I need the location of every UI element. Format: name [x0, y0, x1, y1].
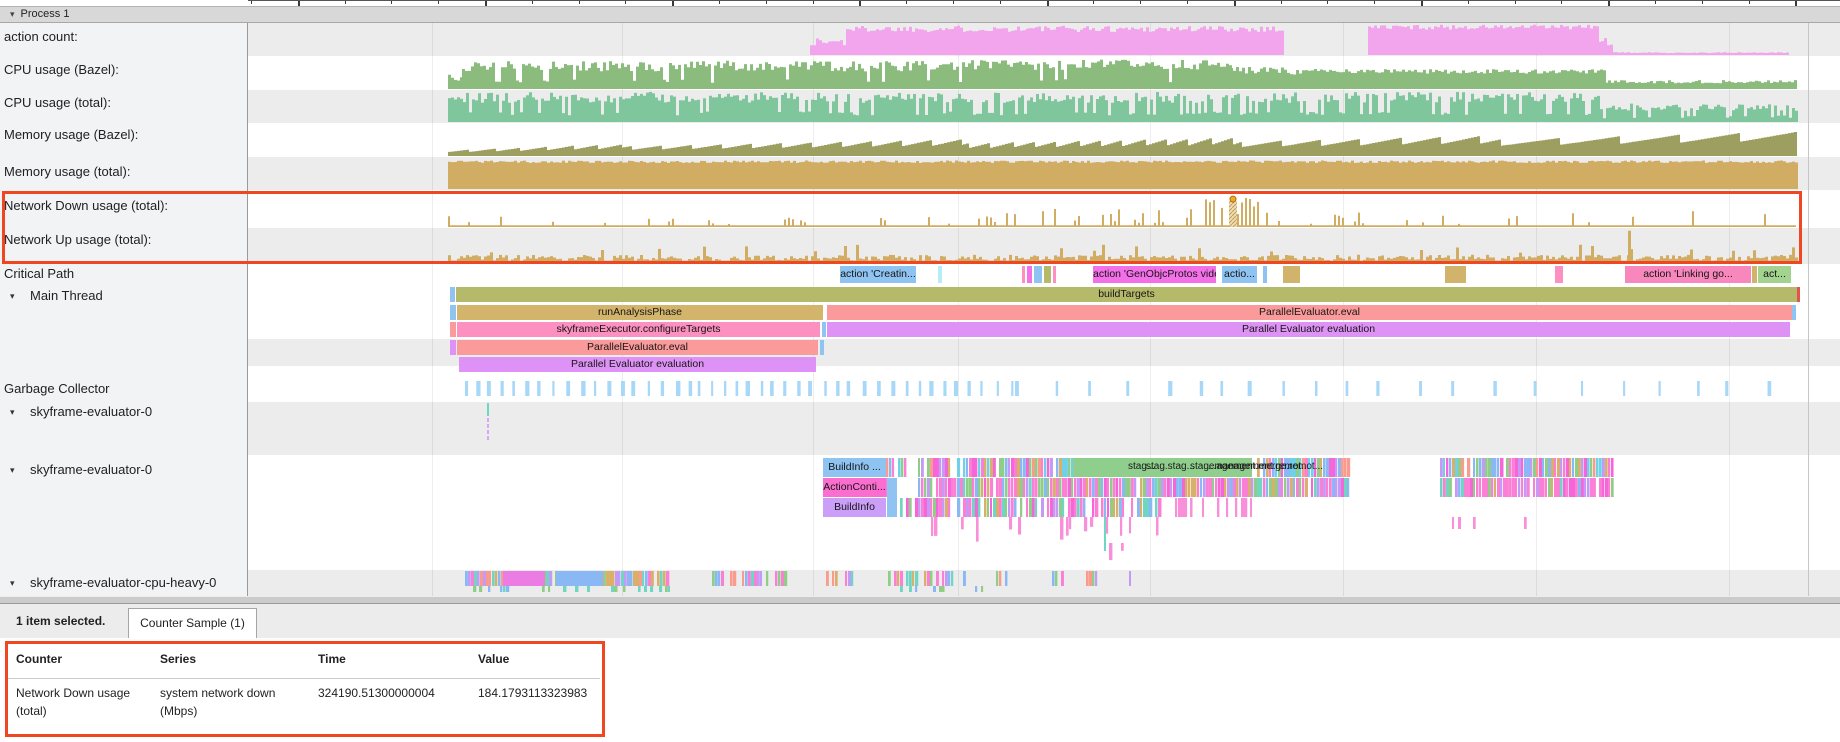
main-thread-event[interactable]: skyframeExecutor.configureTargets: [457, 322, 820, 337]
main-thread-event[interactable]: runAnalysisPhase: [457, 305, 823, 320]
track-label: Memory usage (total):: [4, 164, 130, 180]
row-stripe: [248, 228, 1840, 264]
process-group-header[interactable]: ▾ Process 1: [0, 6, 1840, 23]
col-header-time: Time: [318, 652, 346, 666]
selection-status: 1 item selected.: [16, 614, 105, 628]
skyframe-event-label: stag.stag...: [1146, 461, 1195, 472]
main-thread-event[interactable]: [1792, 305, 1796, 320]
critical-path-event[interactable]: [1034, 266, 1042, 283]
col-header-value: Value: [478, 652, 509, 666]
critical-path-event[interactable]: action 'Linking go...: [1625, 266, 1751, 283]
cell-counter: Network Down usage (total): [16, 684, 146, 720]
critical-path-event[interactable]: [1027, 266, 1032, 283]
main-thread-event[interactable]: [822, 322, 826, 337]
skyframe-event[interactable]: ActionConti...: [823, 478, 886, 497]
tab-counter-sample[interactable]: Counter Sample (1): [128, 608, 257, 638]
cell-series: system network down (Mbps): [160, 684, 300, 720]
critical-path-event[interactable]: [1555, 266, 1563, 283]
critical-path-event[interactable]: action 'Creatin...: [840, 266, 916, 283]
process-title: Process 1: [21, 8, 70, 20]
row-stripe: [248, 157, 1840, 190]
main-thread-event[interactable]: Parallel Evaluator evaluation: [827, 322, 1790, 337]
row-stripe: [248, 190, 1840, 228]
critical-path-event[interactable]: [1752, 266, 1757, 283]
row-stripe: [248, 402, 1840, 455]
track-label: Network Up usage (total):: [4, 232, 151, 248]
collapse-arrow-icon[interactable]: ▾: [10, 404, 15, 420]
row-stripe: [248, 455, 1840, 570]
critical-path-event[interactable]: [1445, 266, 1466, 283]
critical-path-event[interactable]: [1263, 266, 1267, 283]
col-header-counter: Counter: [16, 652, 62, 666]
track-label: skyframe-evaluator-0: [30, 404, 152, 420]
track-label: CPU usage (Bazel):: [4, 62, 119, 78]
row-stripe: [248, 56, 1840, 90]
collapse-arrow-icon[interactable]: ▾: [10, 288, 15, 304]
row-stripe: [248, 23, 1840, 56]
process-collapse-arrow-icon[interactable]: ▾: [10, 7, 15, 22]
table-header-divider: [8, 678, 600, 679]
counter-sample-table: Counter Series Time Value Network Down u…: [0, 638, 1840, 742]
track-label: skyframe-evaluator-0: [30, 462, 152, 478]
main-thread-event[interactable]: ParallelEvaluator.eval: [827, 305, 1792, 320]
track-label: CPU usage (total):: [4, 95, 111, 111]
cell-time: 324190.51300000004: [318, 684, 468, 702]
row-stripe: [248, 570, 1840, 596]
track-label: Memory usage (Bazel):: [4, 127, 138, 143]
critical-path-event[interactable]: [1044, 266, 1051, 283]
main-thread-event[interactable]: Parallel Evaluator evaluation: [459, 357, 816, 372]
track-label: Main Thread: [30, 288, 103, 304]
critical-path-event[interactable]: act...: [1758, 266, 1791, 283]
skyframe-event[interactable]: [887, 478, 897, 517]
details-panel: 1 item selected. Counter Sample (1) Coun…: [0, 604, 1840, 742]
track-label: skyframe-evaluator-cpu-heavy-0: [30, 575, 216, 591]
skyframe-event[interactable]: BuildInfo: [823, 498, 886, 517]
ruler-baseline: [248, 0, 1840, 1]
main-thread-event[interactable]: [450, 340, 456, 355]
critical-path-event[interactable]: actio...: [1222, 266, 1257, 283]
critical-path-event[interactable]: [1283, 266, 1300, 283]
main-thread-event[interactable]: [1797, 287, 1800, 302]
critical-path-event[interactable]: [1053, 266, 1056, 283]
main-thread-event[interactable]: ParallelEvaluator.eval: [457, 340, 818, 355]
track-label: Critical Path: [4, 266, 74, 282]
trace-viewer: ▾ Process 1 action count: CPU usage (Bazel…: [0, 0, 1840, 742]
track-label: action count:: [4, 29, 78, 45]
main-thread-event[interactable]: [820, 340, 824, 355]
skyframe-event-label: ...agement.merge.remot...: [1208, 461, 1323, 472]
main-thread-event[interactable]: [450, 322, 456, 337]
track-label-sidebar: action count: CPU usage (Bazel): CPU usage…: [0, 23, 248, 596]
main-thread-event[interactable]: [450, 287, 455, 302]
row-stripe: [248, 90, 1840, 123]
panel-divider[interactable]: [0, 596, 1840, 604]
collapse-arrow-icon[interactable]: ▾: [10, 462, 15, 478]
main-thread-event[interactable]: buildTargets: [456, 287, 1797, 302]
critical-path-event[interactable]: [1022, 266, 1025, 283]
track-label: Garbage Collector: [4, 381, 110, 397]
details-tab-bar: 1 item selected. Counter Sample (1): [0, 604, 1840, 638]
critical-path-event[interactable]: action 'GenObjcProtos video/...: [1093, 266, 1216, 283]
gridline: [432, 23, 433, 596]
row-stripe: [248, 123, 1840, 157]
track-label: Network Down usage (total):: [4, 198, 168, 214]
col-header-series: Series: [160, 652, 196, 666]
skyframe-event[interactable]: BuildInfo ...: [823, 458, 886, 477]
timeline-right-edge: [1808, 23, 1809, 596]
main-thread-event[interactable]: [450, 305, 456, 320]
critical-path-event[interactable]: [938, 266, 942, 283]
cell-value: 184.1793113323983: [478, 684, 628, 702]
collapse-arrow-icon[interactable]: ▾: [10, 575, 15, 591]
